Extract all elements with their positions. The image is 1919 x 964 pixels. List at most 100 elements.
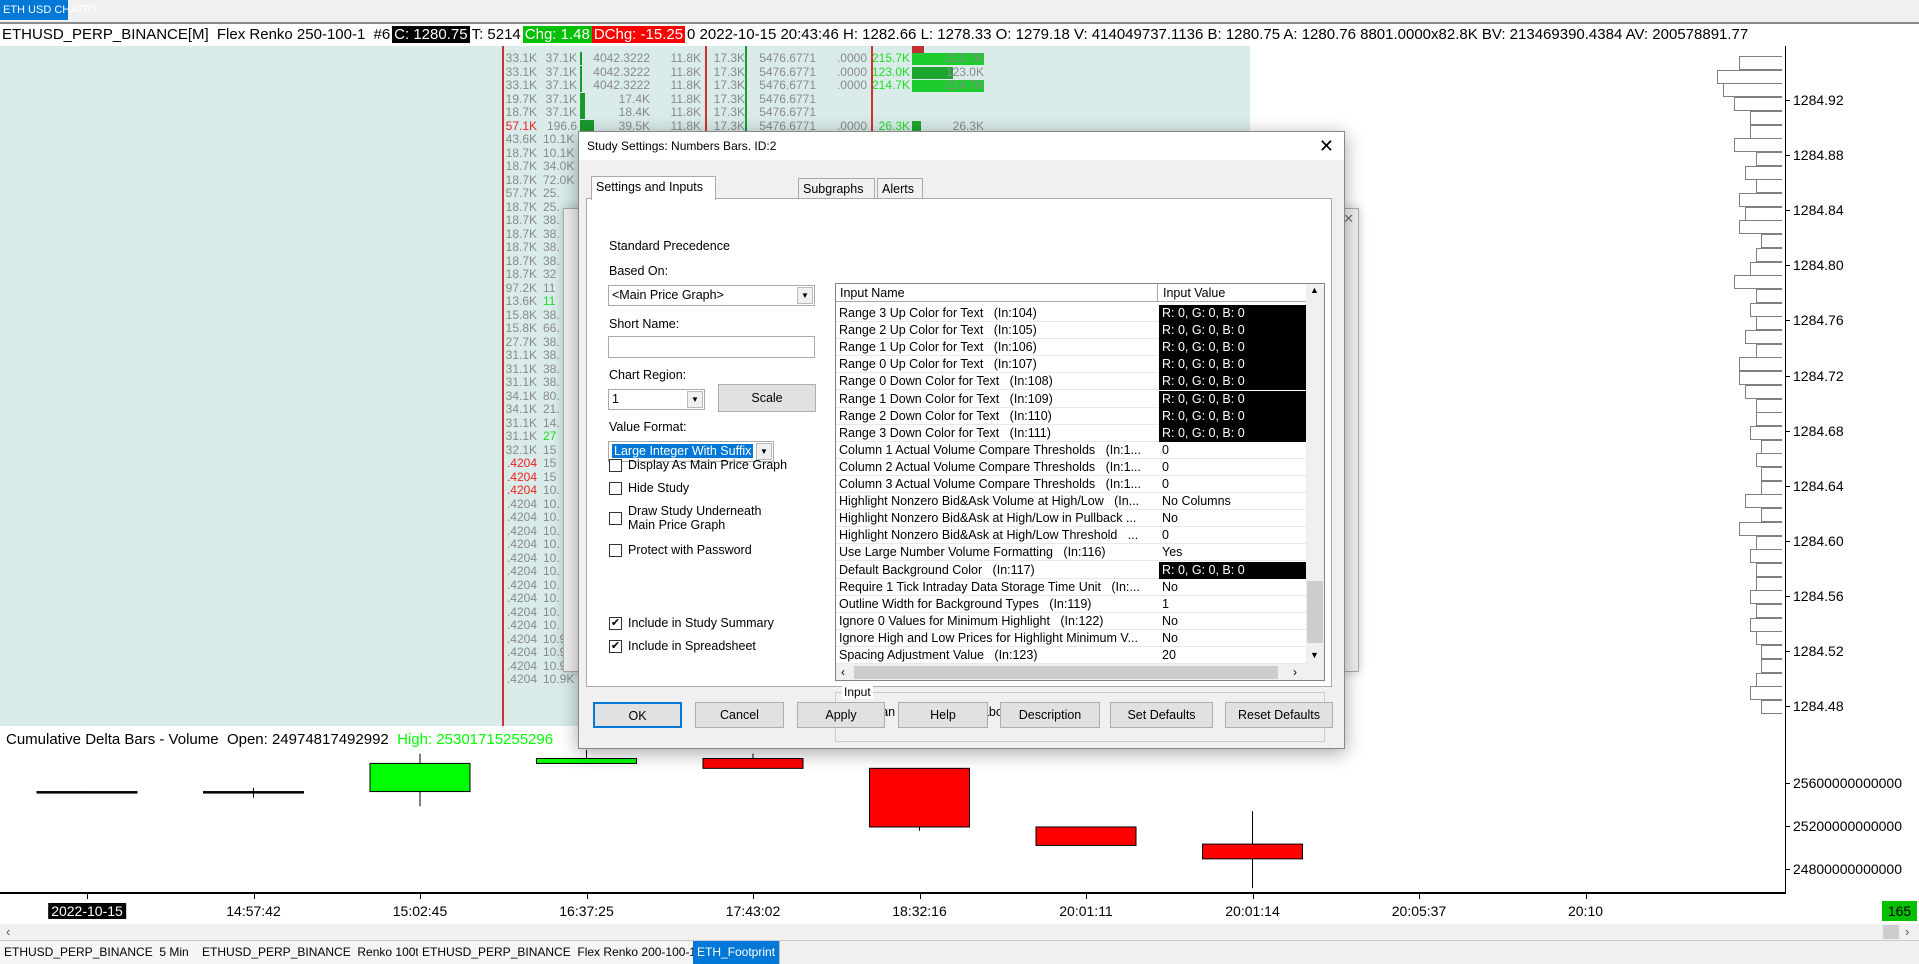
checkbox-box[interactable]: ✔ [609,640,622,653]
chartbook-tab[interactable]: ETH_Footprint [693,941,781,964]
input-value[interactable]: R: 0, G: 0, B: 0 [1159,407,1306,425]
scroll-left-icon[interactable]: ‹ [6,924,10,939]
input-value[interactable]: 0 [1159,527,1306,544]
checkbox-box[interactable] [609,459,622,472]
checkbox-box[interactable] [609,544,622,557]
input-row[interactable]: Ignore 0 Values for Minimum Highlight (I… [836,613,1306,630]
input-value[interactable]: No [1159,630,1306,647]
tab-alerts[interactable]: Alerts [877,178,923,200]
footprint-cell: 5476.6771 [759,51,816,65]
scroll-down-icon[interactable]: ▼ [1310,650,1319,660]
footprint-cell: 17.3K [713,78,745,92]
input-row[interactable]: Column 2 Actual Volume Compare Threshold… [836,459,1306,476]
checkbox-box[interactable] [609,512,622,525]
input-row[interactable]: Range 1 Up Color for Text (In:106) R: 0, … [836,339,1306,357]
input-row[interactable]: Column 1 Actual Volume Compare Threshold… [836,442,1306,459]
table-hscroll-thumb[interactable] [854,666,1278,679]
input-value[interactable]: R: 0, G: 0, B: 0 [1159,339,1306,357]
input-row[interactable]: Range 3 Up Color for Text (In:104) R: 0, … [836,305,1306,322]
input-value[interactable]: R: 0, G: 0, B: 0 [1159,322,1306,340]
chart-window-tab[interactable]: ETH USD CHATRT [0,0,98,20]
column-header-input-value[interactable]: Input Value [1163,284,1225,302]
tab-subgraphs[interactable]: Subgraphs [798,178,875,200]
input-value[interactable]: R: 0, G: 0, B: 0 [1159,305,1306,322]
input-row[interactable]: Outline Width for Background Types (In:1… [836,596,1306,613]
footprint-row: 31.1K 38. [0,348,580,363]
cancel-button[interactable]: Cancel [695,702,784,728]
description-button[interactable]: Description [1000,702,1100,728]
chart-horizontal-scrollbar[interactable]: ‹ › [0,924,1919,940]
scroll-up-icon[interactable]: ▲ [1310,285,1319,295]
input-row[interactable]: Range 2 Up Color for Text (In:105) R: 0, … [836,322,1306,340]
scroll-right-icon[interactable]: › [1293,665,1297,679]
input-value[interactable]: R: 0, G: 0, B: 0 [1159,424,1306,442]
input-value[interactable]: Yes [1159,544,1306,561]
table-vertical-scrollbar[interactable]: ▲ ▼ [1306,284,1324,664]
help-button[interactable]: Help [898,702,988,728]
input-value[interactable]: 0 [1159,476,1306,493]
input-value[interactable]: 1 [1159,596,1306,613]
input-value[interactable]: R: 0, G: 0, B: 0 [1159,356,1306,374]
column-header-input-name[interactable]: Input Name [840,284,1158,302]
profile-bar [1744,384,1782,399]
apply-button[interactable]: Apply [797,702,885,728]
reset-defaults-button[interactable]: Reset Defaults [1225,702,1333,728]
short-name-input[interactable] [608,336,815,358]
input-value[interactable]: R: 0, G: 0, B: 0 [1159,561,1306,579]
footprint-cell: 33.1K [505,78,537,92]
input-row[interactable]: Use Large Number Volume Formatting (In:1… [836,544,1306,562]
input-value[interactable]: R: 0, G: 0, B: 0 [1159,390,1306,408]
input-row[interactable]: Highlight Nonzero Bid&Ask at High/Low in… [836,510,1306,528]
candle-body [36,791,138,794]
table-scroll-thumb[interactable] [1307,581,1323,643]
ok-button[interactable]: OK [593,702,682,728]
chart-region-dropdown[interactable]: 1 ▼ [608,389,705,410]
input-value[interactable]: R: 0, G: 0, B: 0 [1159,373,1306,391]
input-row[interactable]: Column 3 Actual Volume Compare Threshold… [836,476,1306,493]
input-row[interactable]: Ignore High and Low Prices for Highlight… [836,630,1306,647]
price-axis-line [1785,46,1786,726]
input-row[interactable]: Highlight Nonzero Bid&Ask Volume at High… [836,493,1306,511]
input-value[interactable]: 20 [1159,647,1306,664]
footprint-row: .4204 10.9K [0,645,580,660]
input-row[interactable]: Spacing Adjustment Value (In:123) 20 [836,647,1306,664]
input-row[interactable]: Range 2 Down Color for Text (In:110) R: 0… [836,407,1306,425]
footprint-cell: 5476.6771 [759,64,816,79]
footprint-row: 18.7K 38. [0,240,580,255]
footprint-cell: 11.8K [670,51,701,65]
checkbox-box[interactable] [609,482,622,495]
input-row[interactable]: Require 1 Tick Intraday Data Storage Tim… [836,579,1306,596]
profile-bar [1755,562,1782,577]
tab-settings-and-inputs[interactable]: Settings and Inputs [591,176,716,200]
chartbook-tab[interactable]: ETHUSD_PERP_BINANCE 5 Min #1 [0,941,218,964]
input-row[interactable]: Range 3 Down Color for Text (In:111) R: 0… [836,424,1306,442]
input-value[interactable]: No [1159,579,1306,596]
input-row[interactable]: Range 0 Down Color for Text (In:108) R: 0… [836,373,1306,391]
scroll-thumb[interactable] [1883,925,1899,939]
set-defaults-button[interactable]: Set Defaults [1110,702,1213,728]
input-row[interactable]: Range 0 Up Color for Text (In:107) R: 0, … [836,356,1306,374]
input-value[interactable]: 0 [1159,459,1306,476]
scroll-left-icon[interactable]: ‹ [841,665,845,679]
profile-bar [1750,425,1782,440]
input-value[interactable]: No [1159,510,1306,527]
scale-button[interactable]: Scale [718,384,816,412]
price-label: 1284.68 [1793,422,1844,439]
footprint-cell: 17.3K [713,64,745,79]
based-on-dropdown[interactable]: <Main Price Graph> ▼ [608,285,815,306]
chartbook-tab[interactable]: ETHUSD_PERP_BINANCE Renko 100t #2 [198,941,444,964]
table-horizontal-scrollbar[interactable]: ‹ › [836,664,1324,680]
close-icon[interactable]: ✕ [1319,132,1334,160]
input-name: Column 1 Actual Volume Compare Threshold… [839,442,1142,457]
input-row[interactable]: Highlight Nonzero Bid&Ask at High/Low Th… [836,527,1306,545]
footprint-cell: .4204 [506,469,537,484]
input-row[interactable]: Range 1 Down Color for Text (In:109) R: 0… [836,390,1306,408]
input-value[interactable]: 0 [1159,442,1306,459]
scroll-right-icon[interactable]: › [1905,924,1909,939]
checkbox-box[interactable]: ✔ [609,617,622,630]
input-value[interactable]: No Columns [1159,493,1306,510]
input-value[interactable]: No [1159,613,1306,630]
footprint-row: 31.1K 38. [0,375,580,390]
chartbook-tab[interactable]: ETHUSD_PERP_BINANCE Flex Renko 200-100-1… [418,941,722,964]
input-row[interactable]: Default Background Color (In:117) R: 0, G… [836,561,1306,579]
